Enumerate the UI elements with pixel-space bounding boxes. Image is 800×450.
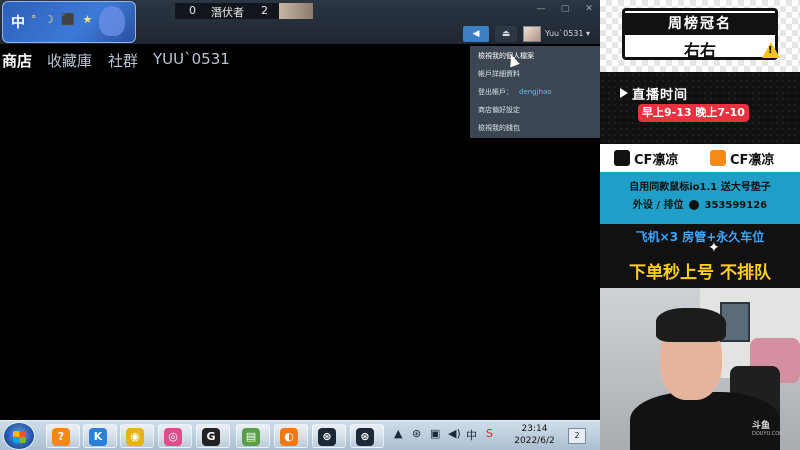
rank-name: 右右 (683, 41, 716, 60)
notification-button[interactable]: ⏏ (495, 26, 517, 42)
app-9-icon: ⊛ (356, 428, 374, 446)
app-4-icon: ◎ (164, 428, 182, 446)
douyu-logo-text: 斗鱼 (752, 421, 771, 431)
nav-library[interactable]: 收藏庫 (47, 50, 92, 71)
stream-overlay: 周榜冠名 右右 ! 直播时间 早上9-13 晚上7-10 CF凛凉 CF凛凉 自… (600, 0, 800, 450)
promo-brand-right: CF凛凉 (730, 153, 775, 168)
menu-item-label: 帳戶詳細資料 (478, 70, 520, 78)
team-name: 潛伏者 (211, 6, 244, 19)
qq-icon (689, 200, 699, 210)
live-title: 直播时间 (632, 88, 689, 103)
app-2-icon: K (89, 428, 107, 446)
clock-time: 23:14 (521, 424, 548, 434)
taskbar-app-button[interactable]: ▤ (236, 424, 270, 448)
sparkle-icon: ✦ (708, 240, 720, 256)
score-left: 0 (189, 4, 196, 17)
account-menu: 檢視我的個人檔案 帳戶詳細資料 登出帳戶： dengjhao 商店偏好設定 檢視我… (470, 46, 600, 138)
rank-title: 周榜冠名 (625, 13, 775, 35)
nav-community[interactable]: 社群 (108, 50, 138, 71)
promo-brand-left: CF凛凉 (634, 153, 679, 168)
ime-mascot-icon (99, 6, 125, 36)
action-center-button[interactable]: 2 (568, 428, 586, 444)
steam-tray-icon[interactable]: ⊛ (412, 427, 421, 440)
start-button[interactable] (3, 422, 35, 450)
app-3-icon: ◉ (126, 428, 144, 446)
ime-status-widget[interactable]: 中 ° ☽ ⬛ ★ (2, 1, 136, 43)
promo-qq-number: 353599126 (704, 200, 768, 211)
minimize-button[interactable]: — (534, 4, 548, 14)
menu-item-label: 登出帳戶： (478, 88, 513, 96)
promo-brand-row: CF凛凉 CF凛凉 (600, 144, 800, 172)
taskbar-app-button[interactable]: ? (46, 424, 80, 448)
promo-line-1: 自用同款鼠标io1.1 送大号垫子 (629, 182, 771, 193)
taskbar-app-button[interactable]: G (196, 424, 230, 448)
avatar[interactable] (523, 26, 541, 42)
scoreboard: 0 潛伏者 2 (175, 3, 313, 19)
taskbar-app-button[interactable]: ◐ (274, 424, 308, 448)
app-6-icon: ▤ (242, 428, 260, 446)
clock-date: 2022/6/2 (514, 436, 555, 446)
promo-line-2: 外设 / 排位 353599126 (600, 196, 800, 211)
tray-arrow-icon[interactable]: ▲ (394, 427, 402, 440)
close-button[interactable]: ✕ (582, 4, 596, 14)
weekly-rank-banner: 周榜冠名 右右 ! (600, 0, 800, 72)
webcam-feed: 斗鱼 DOUYU.COM (600, 288, 800, 450)
windows-logo-icon (13, 431, 26, 443)
menu-account-name: dengjhao (519, 88, 552, 96)
screen: 中 ° ☽ ⬛ ★ 0 潛伏者 2 — ▢ ✕ 商店 收藏庫 社群 YUU`05… (0, 0, 800, 450)
menu-item-label: 檢視我的錢包 (478, 124, 520, 132)
account-dropdown[interactable]: Yuu`0531 ▾ (545, 26, 597, 42)
douyu-watermark: 斗鱼 DOUYU.COM (752, 418, 784, 437)
steam-window: 中 ° ☽ ⬛ ★ 0 潛伏者 2 — ▢ ✕ 商店 收藏庫 社群 YUU`05… (0, 0, 600, 420)
menu-item-label: 商店偏好設定 (478, 106, 520, 114)
nav-store[interactable]: 商店 (2, 50, 32, 71)
app-7-icon: ◐ (280, 428, 298, 446)
broadcast-button[interactable]: ◀ (463, 26, 489, 42)
menu-view-wallet[interactable]: 檢視我的錢包 (478, 123, 520, 133)
promo-line-2-prefix: 外设 / 排位 (632, 200, 684, 211)
menu-account-details[interactable]: 帳戶詳細資料 (478, 69, 520, 79)
streamer-hair (656, 308, 726, 342)
taskbar-app-button[interactable]: K (83, 424, 117, 448)
app-1-icon: ? (52, 428, 70, 446)
sogou-icon[interactable]: S (486, 427, 493, 440)
warning-mark: ! (768, 45, 773, 56)
maximize-button[interactable]: ▢ (558, 4, 572, 14)
taskbar-app-button[interactable]: ⊛ (350, 424, 384, 448)
sale-line-1: 飞机×3 房管+永久车位 (635, 230, 765, 244)
player-thumbnail (279, 3, 313, 19)
menu-logout[interactable]: 登出帳戶： dengjhao (478, 87, 552, 97)
promo-block: CF凛凉 CF凛凉 自用同款鼠标io1.1 送大号垫子 外设 / 排位 3535… (600, 144, 800, 224)
douyu-logo-sub: DOUYU.COM (752, 431, 784, 437)
taskbar-clock[interactable]: 23:14 2022/6/2 (507, 423, 562, 447)
ime-glyphs: ° ☽ ⬛ ★ (31, 13, 95, 26)
app-8-icon: ⊛ (318, 428, 336, 446)
ime-mode-label: 中 (11, 15, 25, 31)
taskbar-app-button[interactable]: ⊛ (312, 424, 346, 448)
play-icon (620, 88, 628, 98)
live-schedule: 直播时间 早上9-13 晚上7-10 (600, 72, 800, 144)
menu-store-preferences[interactable]: 商店偏好設定 (478, 105, 520, 115)
kuaishou-icon (710, 150, 726, 166)
rank-box: 周榜冠名 右右 (622, 8, 778, 60)
sale-banner: 飞机×3 房管+永久车位 ✦ 下单秒上号 不排队 (600, 224, 800, 288)
sale-line-2: 下单秒上号 不排队 (629, 263, 771, 283)
volume-icon[interactable]: ◀) (448, 427, 461, 440)
tiktok-icon (614, 150, 630, 166)
network-icon[interactable]: ▣ (430, 427, 440, 440)
live-hours: 早上9-13 晚上7-10 (638, 104, 749, 122)
score-right: 2 (261, 4, 268, 17)
app-5-icon: G (202, 428, 220, 446)
taskbar: ? K ◉ ◎ G ▤ ◐ ⊛ ⊛ ▲ ⊛ ▣ ◀) 中 S 23:14 2022/6/2 2 (0, 420, 600, 450)
ime-tray-label[interactable]: 中 (466, 427, 477, 443)
nav-profile[interactable]: YUU`0531 (153, 50, 230, 68)
taskbar-app-button[interactable]: ◎ (158, 424, 192, 448)
taskbar-app-button[interactable]: ◉ (120, 424, 154, 448)
